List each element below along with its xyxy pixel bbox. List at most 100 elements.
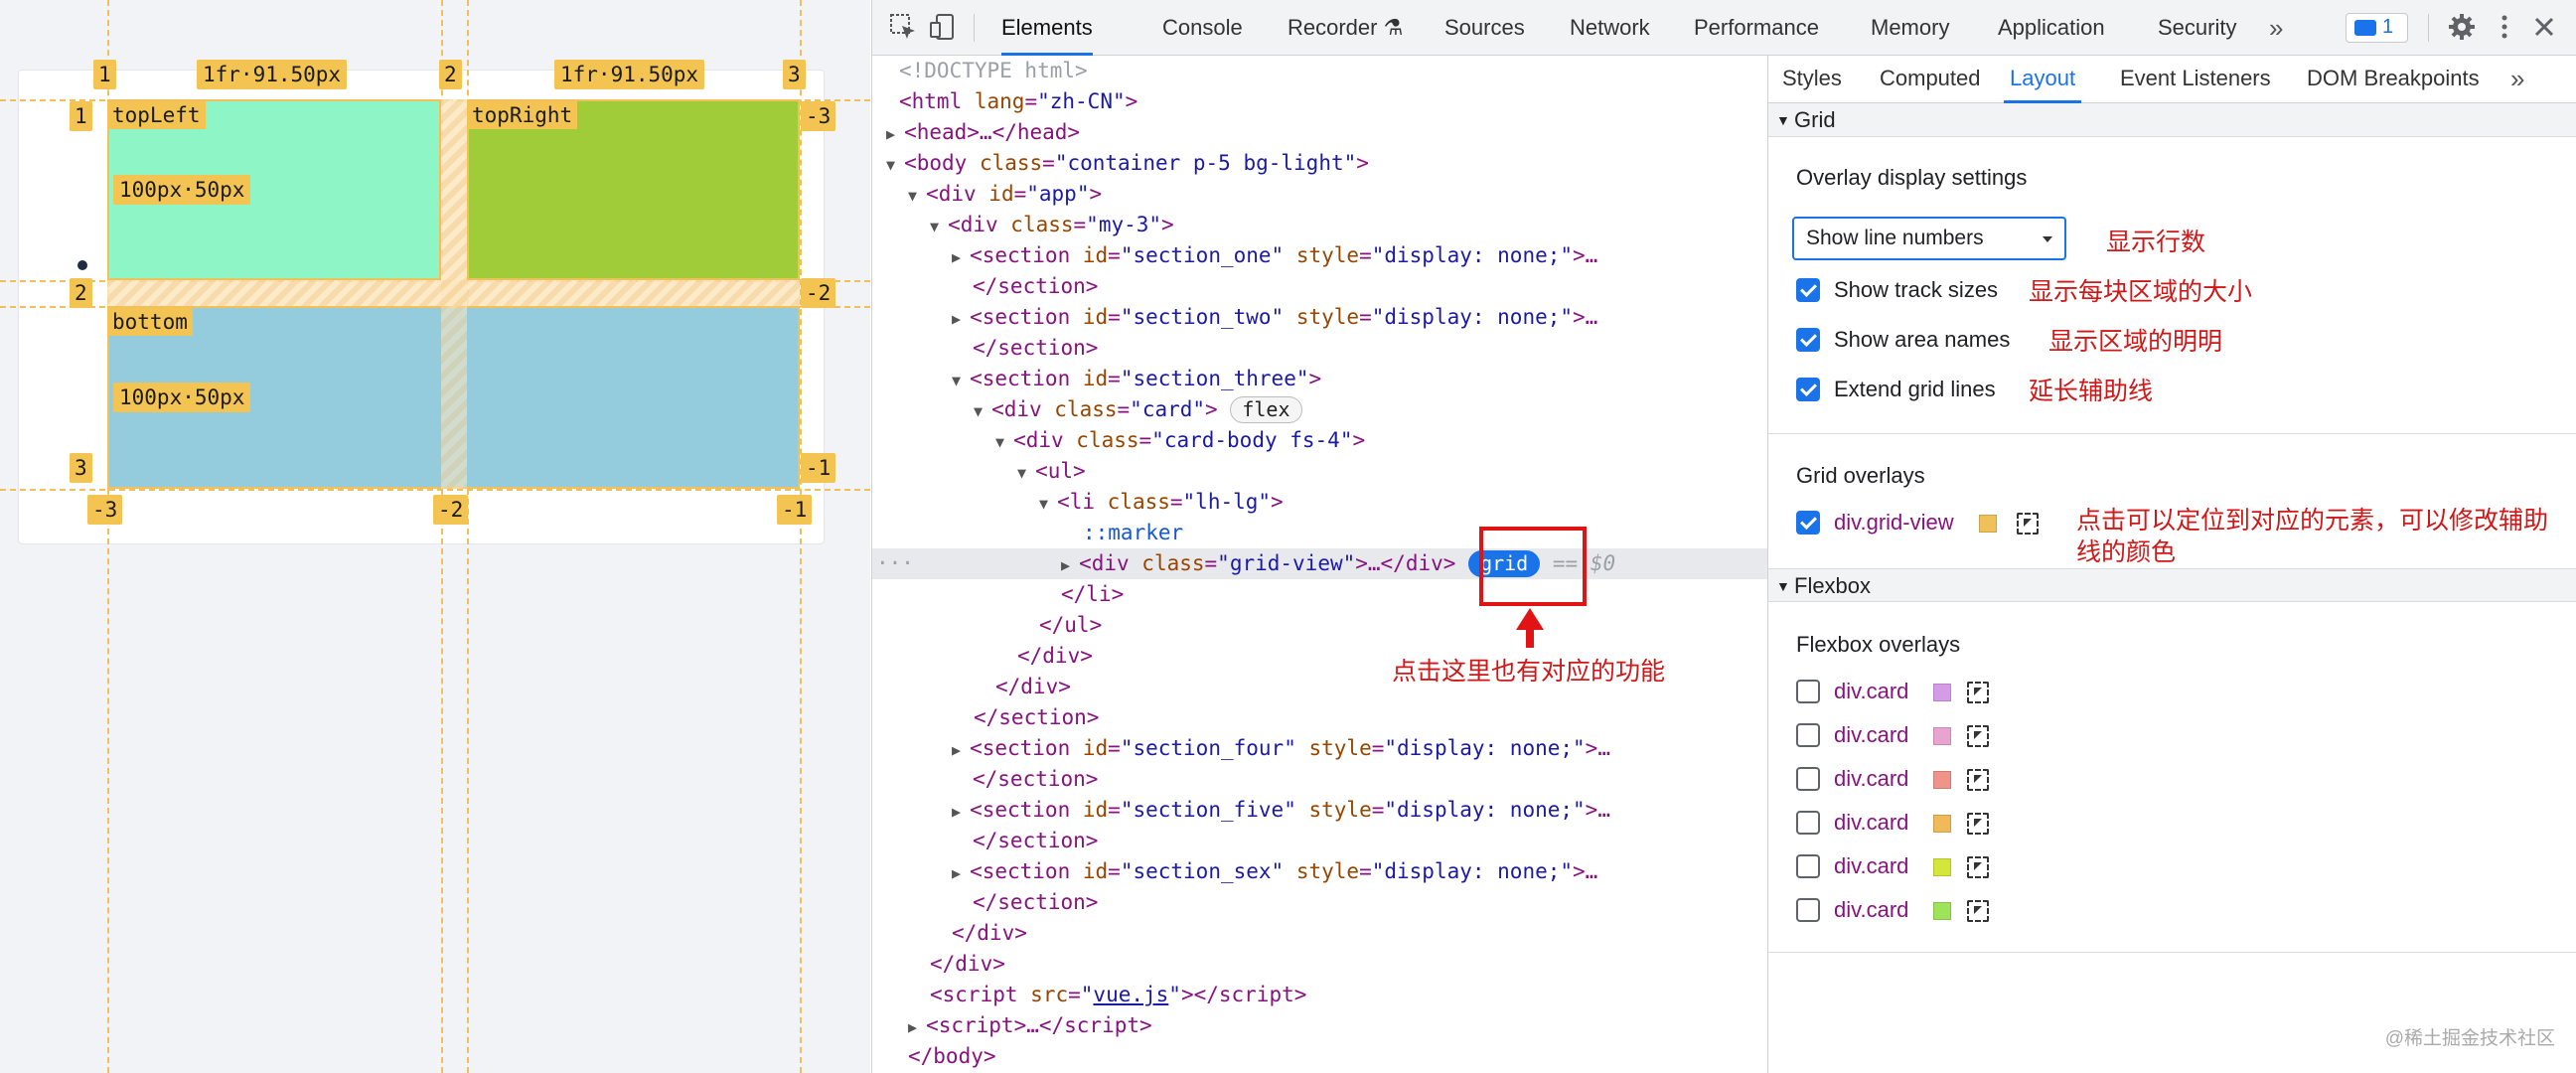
tree-li[interactable]: ▼ <li class="lh-lg"> — [872, 487, 1767, 518]
tree-div-grid-view-selected[interactable]: ··· ▶ <div class="grid-view">…</div> grid… — [872, 548, 1767, 579]
tree-div-my3[interactable]: ▼ <div class="my-3"> — [872, 210, 1767, 240]
tab-network[interactable]: Network — [1570, 0, 1650, 56]
tree-body-close[interactable]: </body> — [872, 1041, 1767, 1072]
flex-overlay-swatch-3[interactable] — [1933, 771, 1951, 789]
my3-class: "my-3" — [1086, 213, 1162, 236]
annotation-area-names: 显示区域的明明 — [2048, 328, 2223, 356]
tree-section-two-close[interactable]: </section> — [872, 333, 1767, 364]
flex-overlay-label-3[interactable]: div.card — [1834, 766, 1908, 792]
flex-overlay-label-1[interactable]: div.card — [1834, 679, 1908, 704]
flex-overlay-checkbox-1[interactable] — [1796, 680, 1820, 703]
flex-overlay-checkbox-4[interactable] — [1796, 811, 1820, 835]
flex-overlay-swatch-4[interactable] — [1933, 815, 1951, 833]
section-two-id: "section_two" — [1120, 305, 1285, 329]
tree-doctype[interactable]: <!DOCTYPE html> — [872, 56, 1767, 86]
tree-script-inline[interactable]: ▶ <script>…</script> — [872, 1010, 1767, 1041]
tab-sources[interactable]: Sources — [1444, 0, 1525, 56]
tree-li-close[interactable]: </li> — [872, 579, 1767, 610]
tree-section-three[interactable]: ▼ <section id="section_three"> — [872, 364, 1767, 394]
row-line-number-neg-1: -1 — [801, 453, 836, 483]
locate-element-icon[interactable] — [1967, 813, 1989, 835]
tree-section-four-close[interactable]: </section> — [872, 764, 1767, 795]
tree-section-five[interactable]: ▶ <section id="section_five" style="disp… — [872, 795, 1767, 826]
flex-overlay-swatch-5[interactable] — [1933, 858, 1951, 876]
flex-overlay-swatch-6[interactable] — [1933, 902, 1951, 920]
tab-styles[interactable]: Styles — [1782, 56, 1842, 103]
col-line-number-neg-1: -1 — [777, 495, 813, 525]
tree-section-five-close[interactable]: </section> — [872, 826, 1767, 856]
issues-button[interactable]: 1 — [2346, 13, 2408, 43]
collapse-triangle-icon: ▼ — [1776, 112, 1790, 128]
flex-overlay-checkbox-2[interactable] — [1796, 723, 1820, 747]
more-tabs-chevron-icon[interactable]: » — [2269, 0, 2283, 56]
tree-section-sex[interactable]: ▶ <section id="section_sex" style="displ… — [872, 856, 1767, 887]
tab-computed[interactable]: Computed — [1880, 56, 1981, 103]
tab-console[interactable]: Console — [1162, 0, 1243, 56]
tree-section-four[interactable]: ▶ <section id="section_four" style="disp… — [872, 733, 1767, 764]
tab-recorder[interactable]: Recorder ⚗ — [1288, 0, 1403, 56]
device-toolbar-icon[interactable] — [928, 12, 958, 42]
flex-overlay-label-5[interactable]: div.card — [1834, 853, 1908, 879]
flex-overlay-checkbox-3[interactable] — [1796, 767, 1820, 791]
locate-element-icon[interactable] — [1967, 900, 1989, 922]
html-tag: <html — [899, 89, 963, 113]
grid-overlay-color-swatch[interactable] — [1979, 515, 1997, 533]
dropdown-caret-icon — [2043, 236, 2052, 242]
tree-section-one[interactable]: ▶ <section id="section_one" style="displ… — [872, 240, 1767, 271]
tab-performance[interactable]: Performance — [1694, 0, 1819, 56]
more-tabs-chevron-icon[interactable]: » — [2510, 56, 2524, 103]
tree-section-sex-close[interactable]: </section> — [872, 887, 1767, 918]
locate-element-icon[interactable] — [1967, 856, 1989, 878]
tree-section-three-close[interactable]: </section> — [872, 702, 1767, 733]
tab-dom-breakpoints[interactable]: DOM Breakpoints — [2307, 56, 2480, 103]
tab-security[interactable]: Security — [2158, 0, 2236, 56]
close-icon[interactable] — [2529, 12, 2559, 42]
flex-overlay-checkbox-6[interactable] — [1796, 898, 1820, 922]
gear-icon[interactable] — [2447, 12, 2477, 42]
tree-ul-close[interactable]: </ul> — [872, 610, 1767, 641]
tab-event-listeners[interactable]: Event Listeners — [2120, 56, 2271, 103]
tree-div-card-body[interactable]: ▼ <div class="card-body fs-4"> — [872, 425, 1767, 456]
tree-ul[interactable]: ▼ <ul> — [872, 456, 1767, 487]
show-track-sizes-checkbox[interactable] — [1796, 278, 1820, 302]
grid-section-header[interactable]: ▼ Grid — [1768, 103, 2576, 137]
flex-overlay-checkbox-5[interactable] — [1796, 854, 1820, 878]
locate-element-icon[interactable] — [1967, 769, 1989, 791]
tab-application[interactable]: Application — [1998, 0, 2105, 56]
tab-layout[interactable]: Layout — [2004, 56, 2082, 103]
flex-overlay-label-4[interactable]: div.card — [1834, 810, 1908, 836]
tree-body[interactable]: ▼ <body class="container p-5 bg-light"> — [872, 148, 1767, 179]
row-options-icon[interactable]: ··· — [876, 548, 914, 579]
flex-overlay-swatch-1[interactable] — [1933, 684, 1951, 701]
tab-elements[interactable]: Elements — [1001, 0, 1093, 56]
tree-section-one-close[interactable]: </section> — [872, 271, 1767, 302]
inspect-element-icon[interactable] — [888, 12, 918, 42]
grid-view-overlay-checkbox[interactable] — [1796, 511, 1820, 535]
grid-view-overlay-label[interactable]: div.grid-view — [1834, 510, 1954, 536]
kebab-menu-icon[interactable] — [2490, 12, 2519, 42]
flexbox-section-header[interactable]: ▼ Flexbox — [1768, 568, 2576, 602]
flex-overlay-label-6[interactable]: div.card — [1834, 897, 1908, 923]
extend-grid-lines-checkbox[interactable] — [1796, 378, 1820, 401]
tree-div-my3-close[interactable]: </div> — [872, 918, 1767, 949]
tree-div-app[interactable]: ▼ <div id="app"> — [872, 179, 1767, 210]
locate-element-icon[interactable] — [2017, 513, 2039, 535]
line-numbers-select[interactable]: Show line numbers — [1792, 217, 2066, 260]
tree-script-vue[interactable]: <script src="vue.js"></script> — [872, 980, 1767, 1010]
flex-badge[interactable]: flex — [1230, 396, 1302, 423]
show-area-names-checkbox[interactable] — [1796, 328, 1820, 352]
tree-marker[interactable]: ::marker — [872, 518, 1767, 548]
tree-section-two[interactable]: ▶ <section id="section_two" style="displ… — [872, 302, 1767, 333]
flex-overlay-label-2[interactable]: div.card — [1834, 722, 1908, 748]
annotation-overlay-note: 点击可以定位到对应的元素，可以修改辅助线的颜色 — [2076, 507, 2549, 566]
vue-src-link[interactable]: vue.js — [1093, 983, 1168, 1006]
tree-div-app-close[interactable]: </div> — [872, 949, 1767, 980]
tree-div-card[interactable]: ▼ <div class="card"> flex — [872, 394, 1767, 425]
style-display-none: "display: none;" — [1371, 859, 1574, 883]
tree-html[interactable]: <html lang="zh-CN"> — [872, 86, 1767, 117]
tree-head[interactable]: ▶ <head>…</head> — [872, 117, 1767, 148]
locate-element-icon[interactable] — [1967, 682, 1989, 703]
locate-element-icon[interactable] — [1967, 725, 1989, 747]
flex-overlay-swatch-2[interactable] — [1933, 727, 1951, 745]
tab-memory[interactable]: Memory — [1871, 0, 1949, 56]
